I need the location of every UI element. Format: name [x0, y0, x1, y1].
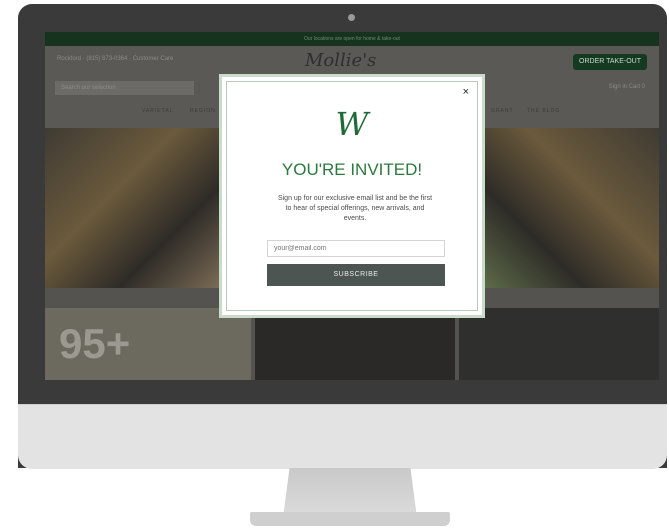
food-image-left	[45, 128, 219, 288]
gift-box-tile[interactable]	[459, 308, 659, 380]
monitor-chin	[18, 404, 667, 469]
menu-item-region[interactable]: REGION	[190, 108, 216, 114]
site-logo[interactable]: Mollie's	[305, 50, 376, 71]
wine-bottles-tile[interactable]	[255, 308, 455, 380]
menu-item-grant[interactable]: GRANT	[491, 108, 514, 114]
modal-description: Sign up for our exclusive email list and…	[277, 195, 433, 222]
close-icon[interactable]: ×	[463, 86, 469, 98]
announcement-bar: Our locations are open for home & take-o…	[45, 32, 659, 46]
subscribe-button[interactable]: SUBSCRIBE	[267, 264, 445, 286]
location-info: Rockford · (815) 873-0364 · Customer Car…	[57, 56, 174, 62]
food-image-right	[485, 128, 659, 288]
promo-95-tile[interactable]: 95+	[45, 308, 251, 380]
email-input[interactable]	[267, 240, 445, 257]
menu-item-varietal[interactable]: VARIETAL	[142, 108, 173, 114]
modal-inner-border: × W YOU'RE INVITED! Sign up for our excl…	[226, 81, 478, 311]
monitor-stand	[283, 468, 417, 512]
modal-title: YOU'RE INVITED!	[281, 160, 423, 179]
email-signup-modal: × W YOU'RE INVITED! Sign up for our excl…	[219, 74, 485, 318]
account-cart-links[interactable]: Sign in Cart 0	[609, 84, 645, 90]
brand-logo-mark: W	[335, 105, 369, 143]
search-input[interactable]: Search our selection	[55, 81, 194, 95]
menu-item-blog[interactable]: THE BLOG	[527, 108, 560, 114]
website-screen: Our locations are open for home & take-o…	[45, 32, 659, 380]
monitor-base	[250, 512, 450, 526]
order-takeout-button[interactable]: ORDER TAKE-OUT	[573, 54, 647, 70]
webcam-dot	[348, 14, 355, 21]
